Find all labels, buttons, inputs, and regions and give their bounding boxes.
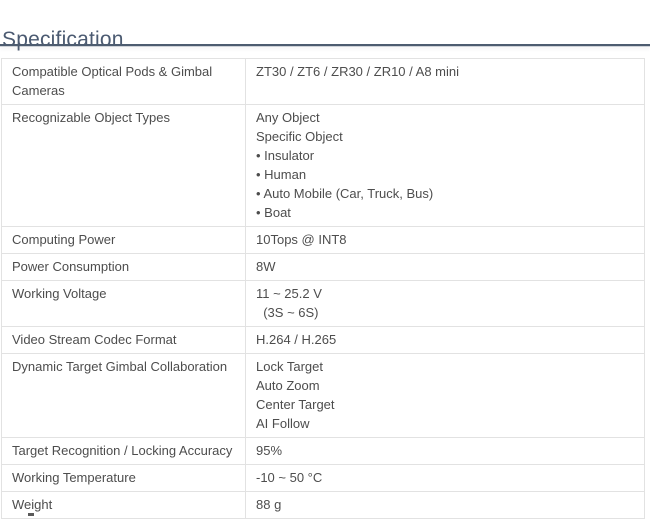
spec-label-cell: Working Temperature bbox=[2, 465, 246, 492]
spec-value-line: ZT30 / ZT6 / ZR30 / ZR10 / A8 mini bbox=[256, 62, 634, 81]
table-row: Dynamic Target Gimbal CollaborationLock … bbox=[2, 354, 645, 438]
spec-value-line: Specific Object bbox=[256, 127, 634, 146]
spec-label-cell: Recognizable Object Types bbox=[2, 105, 246, 227]
cutoff-content-fragment bbox=[28, 513, 34, 516]
spec-value-line: • Insulator bbox=[256, 146, 634, 165]
table-row: Recognizable Object TypesAny ObjectSpeci… bbox=[2, 105, 645, 227]
spec-value-line: H.264 / H.265 bbox=[256, 330, 634, 349]
spec-value-line: • Boat bbox=[256, 203, 634, 222]
spec-label-cell: Dynamic Target Gimbal Collaboration bbox=[2, 354, 246, 438]
spec-value-line: Any Object bbox=[256, 108, 634, 127]
spec-value-line: AI Follow bbox=[256, 414, 634, 433]
spec-label-cell: Target Recognition / Locking Accuracy bbox=[2, 438, 246, 465]
spec-value-cell: -10 ~ 50 °C bbox=[246, 465, 645, 492]
spec-value-line: 88 g bbox=[256, 495, 634, 514]
spec-value-cell: 88 g bbox=[246, 492, 645, 519]
spec-value-line: • Auto Mobile (Car, Truck, Bus) bbox=[256, 184, 634, 203]
title-underline-rule bbox=[0, 44, 650, 46]
spec-label-cell: Weight bbox=[2, 492, 246, 519]
spec-value-cell: 10Tops @ INT8 bbox=[246, 227, 645, 254]
spec-value-cell: Lock TargetAuto ZoomCenter TargetAI Foll… bbox=[246, 354, 645, 438]
spec-value-line: • Human bbox=[256, 165, 634, 184]
table-row: Video Stream Codec Format H.264 / H.265 bbox=[2, 327, 645, 354]
table-row: Computing Power 10Tops @ INT8 bbox=[2, 227, 645, 254]
spec-value-cell: H.264 / H.265 bbox=[246, 327, 645, 354]
spec-table-body: Compatible Optical Pods & Gimbal Cameras… bbox=[2, 59, 645, 519]
spec-value-line: 10Tops @ INT8 bbox=[256, 230, 634, 249]
table-row: Working Temperature -10 ~ 50 °C bbox=[2, 465, 645, 492]
spec-value-cell: ZT30 / ZT6 / ZR30 / ZR10 / A8 mini bbox=[246, 59, 645, 105]
table-row: Power Consumption 8W bbox=[2, 254, 645, 281]
table-row: Target Recognition / Locking Accuracy 95% bbox=[2, 438, 645, 465]
page-title: Specification bbox=[2, 27, 124, 53]
spec-value-line: Center Target bbox=[256, 395, 634, 414]
spec-label-cell: Compatible Optical Pods & Gimbal Cameras bbox=[2, 59, 246, 105]
spec-value-cell: 11 ~ 25.2 V (3S ~ 6S) bbox=[246, 281, 645, 327]
table-row: Working Voltage11 ~ 25.2 V (3S ~ 6S) bbox=[2, 281, 645, 327]
specification-table: Compatible Optical Pods & Gimbal Cameras… bbox=[1, 58, 645, 519]
spec-value-line: -10 ~ 50 °C bbox=[256, 468, 634, 487]
spec-value-line: 8W bbox=[256, 257, 634, 276]
spec-value-cell: 95% bbox=[246, 438, 645, 465]
spec-label-cell: Video Stream Codec Format bbox=[2, 327, 246, 354]
spec-value-cell: Any ObjectSpecific Object• Insulator• Hu… bbox=[246, 105, 645, 227]
spec-value-line: (3S ~ 6S) bbox=[256, 303, 634, 322]
table-row: Weight 88 g bbox=[2, 492, 645, 519]
table-row: Compatible Optical Pods & Gimbal Cameras… bbox=[2, 59, 645, 105]
spec-value-cell: 8W bbox=[246, 254, 645, 281]
spec-label-cell: Working Voltage bbox=[2, 281, 246, 327]
spec-value-line: Auto Zoom bbox=[256, 376, 634, 395]
spec-value-line: Lock Target bbox=[256, 357, 634, 376]
spec-value-line: 11 ~ 25.2 V bbox=[256, 284, 634, 303]
spec-value-line: 95% bbox=[256, 441, 634, 460]
spec-label-cell: Computing Power bbox=[2, 227, 246, 254]
spec-label-cell: Power Consumption bbox=[2, 254, 246, 281]
